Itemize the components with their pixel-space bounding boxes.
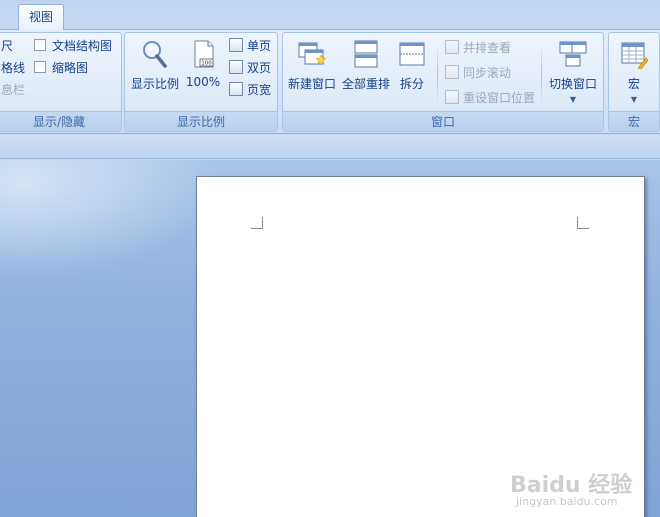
switch-windows-icon [559, 41, 587, 67]
group-window: 新建窗口 全部重排 拆分 并排查看 同步滚动 重设窗口位置 切换窗口 ▼ 窗口 [282, 32, 604, 132]
document-workspace[interactable]: Baidu 经验 jingyan.baidu.com [0, 160, 660, 517]
margin-corner-mark-right [577, 217, 589, 229]
document-page[interactable] [196, 176, 645, 517]
reset-position-icon [445, 90, 459, 104]
reset-window-position-button[interactable]: 重设窗口位置 [445, 87, 535, 107]
zoom-100-label: 100% [185, 75, 221, 89]
document-map-checkbox[interactable]: 文档结构图 [34, 35, 112, 55]
show-gridlines-label: 格线 [1, 60, 26, 75]
two-pages-icon [229, 60, 243, 74]
workspace-glow [0, 160, 220, 280]
baidu-watermark: Baidu 经验 jingyan.baidu.com [510, 467, 640, 511]
show-message-bar-checkbox[interactable]: 息栏 [1, 79, 25, 99]
group-label-show-hide: 显示/隐藏 [0, 111, 121, 131]
ruler-strip [0, 135, 660, 159]
zoom-button[interactable]: 显示比例 [129, 35, 181, 109]
two-pages-button[interactable]: 双页 [229, 57, 271, 77]
side-by-side-icon [445, 40, 459, 54]
split-button[interactable]: 拆分 [393, 35, 431, 109]
show-message-bar-label: 息栏 [1, 82, 26, 97]
synchronous-scrolling-label: 同步滚动 [463, 65, 512, 80]
show-gridlines-checkbox[interactable]: 格线 [1, 57, 25, 77]
group-label-window: 窗口 [283, 111, 603, 131]
thumbnails-label: 缩略图 [52, 60, 89, 75]
magnifier-icon [143, 41, 167, 68]
macros-icon [621, 42, 649, 69]
window-group-separator [541, 43, 542, 105]
two-pages-label: 双页 [247, 60, 272, 75]
zoom-label: 显示比例 [130, 77, 179, 91]
group-zoom: 显示比例 100 100% 单页 双页 页宽 显示比例 [124, 32, 278, 132]
switch-windows-button[interactable]: 切换窗口 ▼ [545, 35, 601, 109]
watermark-url: jingyan.baidu.com [516, 495, 618, 508]
macros-label: 宏 [627, 77, 640, 91]
macros-button[interactable]: 宏 ▼ [613, 35, 655, 109]
window-group-separator [437, 43, 438, 105]
zoom-100-button[interactable]: 100 100% [183, 35, 223, 109]
show-ruler-checkbox[interactable]: 尺 [1, 35, 13, 55]
one-page-label: 单页 [247, 38, 272, 53]
arrange-all-icon [354, 40, 378, 68]
page-100-icon: 100 [194, 40, 214, 68]
new-window-icon [298, 42, 327, 65]
thumbnails-checkbox[interactable]: 缩略图 [34, 57, 88, 77]
margin-corner-mark-left [251, 217, 263, 229]
one-page-button[interactable]: 单页 [229, 35, 271, 55]
group-label-macros: 宏 [609, 111, 659, 131]
one-page-icon [229, 38, 243, 52]
ribbon-tab-strip: 视图 [0, 0, 660, 31]
synchronous-scrolling-button[interactable]: 同步滚动 [445, 62, 511, 82]
split-label: 拆分 [399, 77, 424, 91]
group-label-zoom: 显示比例 [125, 111, 277, 131]
page-width-icon [229, 82, 243, 96]
checkbox-icon [34, 61, 46, 73]
checkbox-icon [34, 39, 46, 51]
sync-scroll-icon [445, 65, 459, 79]
document-map-label: 文档结构图 [52, 38, 113, 53]
show-ruler-label: 尺 [1, 38, 14, 53]
group-macros: 宏 ▼ 宏 [608, 32, 660, 132]
page-width-label: 页宽 [247, 82, 272, 97]
switch-windows-label: 切换窗口 [548, 77, 597, 91]
new-window-button[interactable]: 新建窗口 [285, 35, 339, 109]
reset-window-position-label: 重设窗口位置 [463, 90, 536, 105]
group-show-hide: 尺 格线 息栏 文档结构图 缩略图 显示/隐藏 [0, 32, 122, 132]
chevron-down-icon: ▼ [569, 95, 577, 104]
view-side-by-side-label: 并排查看 [463, 40, 512, 55]
new-window-label: 新建窗口 [287, 77, 336, 91]
chevron-down-icon: ▼ [630, 95, 638, 104]
page-100-icon-text: 100 [201, 61, 212, 67]
view-side-by-side-button[interactable]: 并排查看 [445, 37, 511, 57]
arrange-all-label: 全部重排 [341, 77, 390, 91]
tab-view[interactable]: 视图 [18, 4, 64, 31]
page-width-button[interactable]: 页宽 [229, 79, 271, 99]
ribbon: 尺 格线 息栏 文档结构图 缩略图 显示/隐藏 显示比例 100 100% 单页… [0, 30, 660, 134]
split-icon [399, 42, 425, 66]
arrange-all-button[interactable]: 全部重排 [339, 35, 393, 109]
